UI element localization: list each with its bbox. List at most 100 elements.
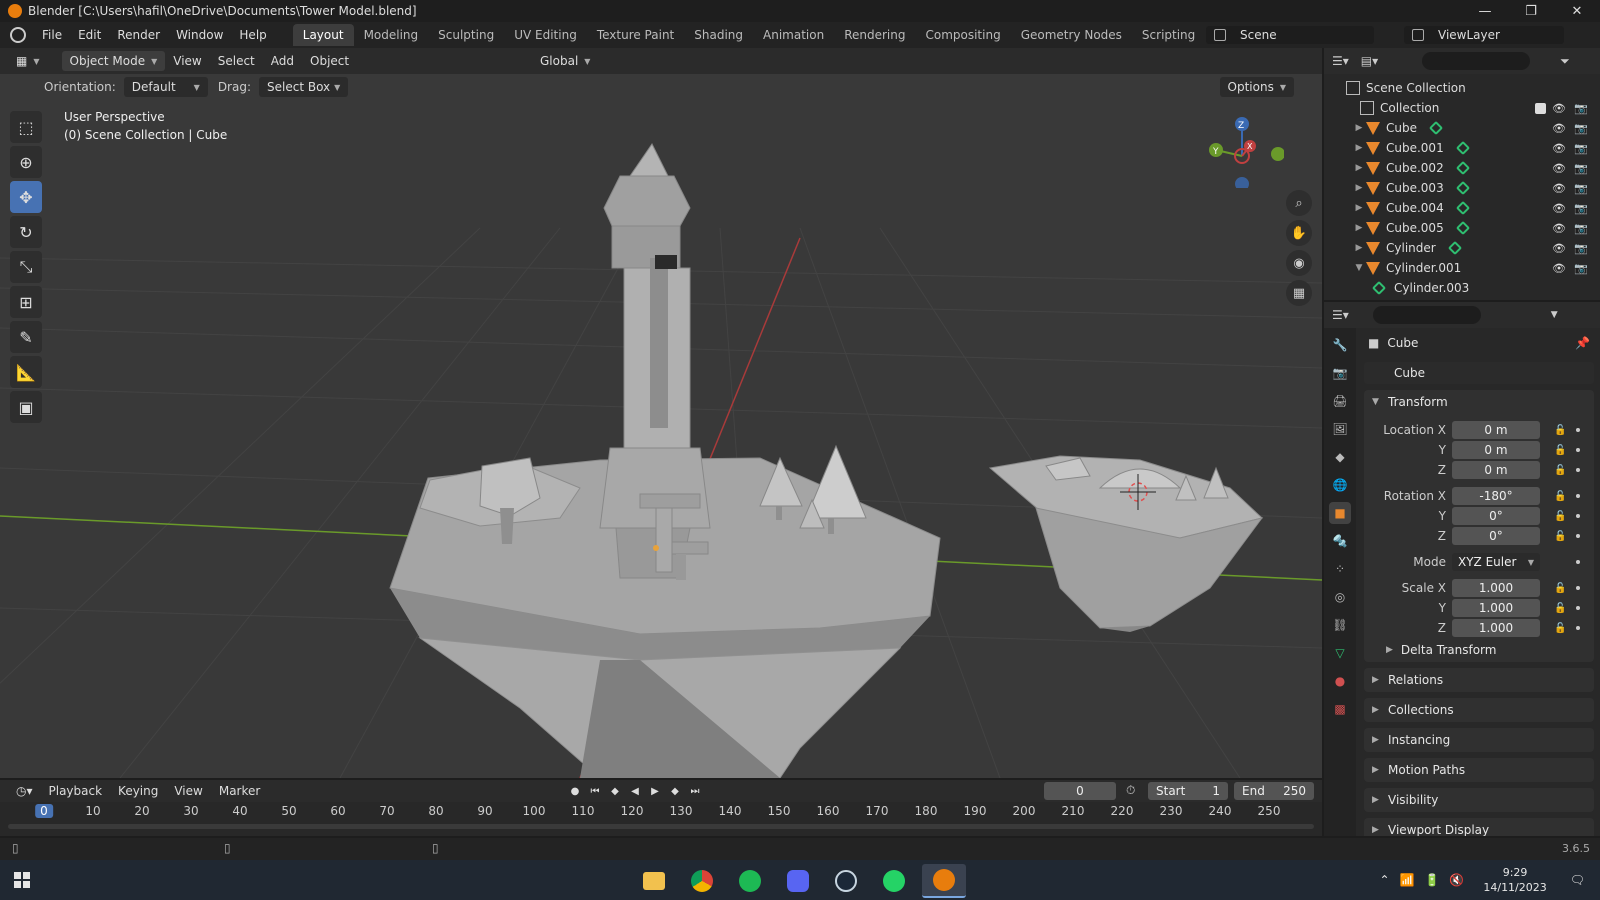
viewport-display-panel[interactable]: ▶ Viewport Display [1364, 818, 1594, 836]
location-y-field[interactable]: 0 m [1452, 441, 1540, 459]
tool-tab-icon[interactable]: 🔧 [1329, 334, 1351, 356]
tab-texture-paint[interactable]: Texture Paint [587, 24, 684, 46]
start-frame-field[interactable]: Start 1 [1148, 782, 1228, 800]
physics-tab-icon[interactable]: ◎ [1329, 586, 1351, 608]
eye-icon[interactable]: 👁 [1552, 262, 1566, 275]
camera-icon[interactable]: 📷 [1574, 142, 1588, 155]
stopwatch-icon[interactable]: ⏱ [1126, 783, 1135, 798]
chrome-icon[interactable] [680, 864, 724, 898]
clock[interactable]: 9:29 14/11/2023 [1483, 865, 1546, 895]
camera-icon[interactable]: 📷 [1574, 162, 1588, 175]
outliner-item-cube-001[interactable]: ▶ Cube.001 👁 📷 [1324, 138, 1600, 158]
outliner-item-cylinder-003[interactable]: Cylinder.003 [1324, 278, 1600, 298]
object-mode-dropdown[interactable]: Object Mode ▼ [61, 51, 166, 71]
menu-select[interactable]: Select [210, 51, 263, 71]
scale-icon[interactable]: ⤡ [10, 251, 42, 283]
menu-playback[interactable]: Playback [41, 784, 111, 798]
menu-timeline-view[interactable]: View [166, 784, 210, 798]
eye-icon[interactable]: 👁 [1552, 142, 1566, 155]
outliner-item-cube-005[interactable]: ▶ Cube.005 👁 📷 [1324, 218, 1600, 238]
add-cube-icon[interactable]: ▣ [10, 391, 42, 423]
menu-keying[interactable]: Keying [110, 784, 166, 798]
play-icon[interactable]: ▶ [646, 782, 664, 800]
eye-icon[interactable]: 👁 [1552, 122, 1566, 135]
scale-x-field[interactable]: 1.000 [1452, 579, 1540, 597]
delta-transform-header[interactable]: ▶ Delta Transform [1364, 638, 1594, 662]
properties-search-input[interactable] [1372, 306, 1481, 324]
exclude-checkbox[interactable] [1535, 102, 1546, 114]
file-explorer-icon[interactable] [632, 864, 676, 898]
camera-icon[interactable]: 📷 [1574, 242, 1588, 255]
keyframe-dot[interactable] [1576, 428, 1580, 432]
timeline-scrollbar[interactable] [8, 824, 1314, 829]
transform-orientation-dropdown[interactable]: Global ▼ [532, 51, 598, 71]
tab-layout[interactable]: Layout [292, 24, 354, 46]
3d-viewport[interactable]: ▦ ▼ Object Mode ▼ View Select Add Object G… [0, 48, 1322, 778]
outliner-editor-icon[interactable]: ☰▾ [1332, 54, 1349, 68]
editor-type-button[interactable]: ▦ ▼ [8, 51, 48, 71]
rotation-z-field[interactable]: 0° [1452, 527, 1540, 545]
cursor-icon[interactable]: ⊕ [10, 146, 42, 178]
lock-icon[interactable]: 🔓 [1554, 425, 1566, 436]
outliner-search-input[interactable] [1422, 52, 1531, 70]
motion-paths-panel[interactable]: ▶ Motion Paths [1364, 758, 1594, 782]
transform-panel-header[interactable]: ▼ Transform [1364, 390, 1594, 414]
menu-edit[interactable]: Edit [70, 28, 109, 42]
keyframe-dot[interactable] [1576, 606, 1580, 610]
windows-start-icon[interactable] [14, 872, 30, 888]
keyframe-dot[interactable] [1576, 494, 1580, 498]
view-layer-tab-icon[interactable]: 🖼 [1329, 418, 1351, 440]
keyframe-dot[interactable] [1576, 586, 1580, 590]
eye-icon[interactable]: 👁 [1552, 202, 1566, 215]
steam-icon[interactable] [824, 864, 868, 898]
scene-selector[interactable]: Scene [1206, 26, 1374, 44]
rotation-y-field[interactable]: 0° [1452, 507, 1540, 525]
navigation-gizmo[interactable]: Z Y X [1208, 112, 1284, 188]
collections-panel[interactable]: ▶ Collections [1364, 698, 1594, 722]
scene-tab-icon[interactable]: ◆ [1329, 446, 1351, 468]
camera-icon[interactable]: 📷 [1574, 102, 1588, 115]
tab-geometry-nodes[interactable]: Geometry Nodes [1011, 24, 1132, 46]
object-tab-icon[interactable]: ■ [1329, 502, 1351, 524]
lock-icon[interactable]: 🔓 [1554, 623, 1566, 634]
rotate-icon[interactable]: ↻ [10, 216, 42, 248]
menu-object[interactable]: Object [302, 51, 357, 71]
menu-view[interactable]: View [165, 51, 209, 71]
instancing-panel[interactable]: ▶ Instancing [1364, 728, 1594, 752]
pan-hand-icon[interactable]: ✋ [1286, 220, 1312, 246]
ortho-grid-icon[interactable]: ▦ [1286, 280, 1312, 306]
camera-icon[interactable]: 📷 [1574, 202, 1588, 215]
render-tab-icon[interactable]: 📷 [1329, 362, 1351, 384]
data-tab-icon[interactable]: ▽ [1329, 642, 1351, 664]
eye-icon[interactable]: 👁 [1552, 222, 1566, 235]
output-tab-icon[interactable]: 🖨 [1329, 390, 1351, 412]
jump-end-icon[interactable]: ⏭ [686, 782, 704, 800]
end-frame-field[interactable]: End 250 [1234, 782, 1314, 800]
menu-window[interactable]: Window [168, 28, 231, 42]
volume-icon[interactable]: 🔇 [1449, 873, 1464, 887]
scale-y-field[interactable]: 1.000 [1452, 599, 1540, 617]
tab-rendering[interactable]: Rendering [834, 24, 915, 46]
drag-dropdown[interactable]: Select Box ▼ [259, 77, 349, 97]
constraints-tab-icon[interactable]: ⛓ [1329, 614, 1351, 636]
frame-ruler[interactable]: 0 10 20 30 40 50 60 70 80 90 100 110 120 130 140 150 160… [0, 804, 1322, 822]
display-mode-icon[interactable]: ▤▾ [1361, 54, 1378, 68]
visibility-panel[interactable]: ▶ Visibility [1364, 788, 1594, 812]
outliner-item-cube-004[interactable]: ▶ Cube.004 👁 📷 [1324, 198, 1600, 218]
viewlayer-selector[interactable]: ViewLayer [1404, 26, 1564, 44]
keyframe-dot[interactable] [1576, 626, 1580, 630]
camera-view-icon[interactable]: ◉ [1286, 250, 1312, 276]
camera-icon[interactable]: 📷 [1574, 182, 1588, 195]
rotation-mode-dropdown[interactable]: XYZ Euler ▼ [1452, 553, 1540, 571]
lock-icon[interactable]: 🔓 [1554, 465, 1566, 476]
viewport-scene[interactable] [0, 48, 1322, 778]
next-keyframe-icon[interactable]: ◆ [666, 782, 684, 800]
tab-shading[interactable]: Shading [684, 24, 753, 46]
location-x-field[interactable]: 0 m [1452, 421, 1540, 439]
close-button[interactable]: ✕ [1554, 0, 1600, 22]
outliner-item-cylinder-001[interactable]: ▼ Cylinder.001 👁 📷 [1324, 258, 1600, 278]
annotate-icon[interactable]: ✎ [10, 321, 42, 353]
tab-compositing[interactable]: Compositing [915, 24, 1010, 46]
measure-icon[interactable]: 📐 [10, 356, 42, 388]
relations-panel[interactable]: ▶ Relations [1364, 668, 1594, 692]
